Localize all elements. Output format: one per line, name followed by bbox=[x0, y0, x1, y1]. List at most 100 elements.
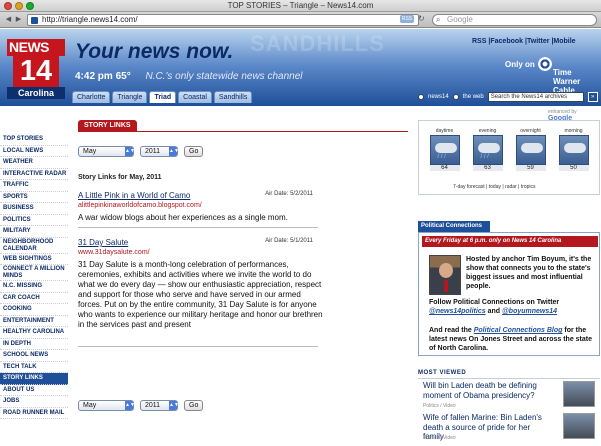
close-window-button[interactable] bbox=[4, 2, 12, 10]
tab-sandhills[interactable]: Sandhills bbox=[213, 91, 253, 103]
select-arrow-icon: ▲▼ bbox=[169, 147, 179, 156]
anchor-photo[interactable] bbox=[429, 255, 461, 295]
year-select[interactable]: 2011 ▲▼ bbox=[140, 146, 179, 157]
tab-charlotte[interactable]: Charlotte bbox=[72, 91, 111, 103]
go-button-bottom[interactable]: Go bbox=[184, 400, 204, 411]
sidebar-item-healthy-carolina[interactable]: HEALTHY CAROLINA bbox=[0, 327, 68, 339]
rain-cloud-icon: / / / bbox=[429, 135, 460, 165]
forecast-label: daytime bbox=[435, 128, 454, 134]
weather-links[interactable]: 7-day forecast | today | radar | tropics bbox=[453, 184, 536, 190]
story-description: A war widow blogs about her experiences … bbox=[78, 213, 288, 222]
sidebar-item-n-c-missing[interactable]: N.C. MISSING bbox=[0, 281, 68, 293]
logo-number: 14 bbox=[13, 55, 59, 87]
news14-logo[interactable]: NEWS 14 Carolina bbox=[7, 33, 65, 101]
sidebar-item-tech-talk[interactable]: TECH TALK bbox=[0, 362, 68, 373]
tab-triangle[interactable]: Triangle bbox=[112, 91, 148, 103]
sidebar-item-neighborhood-calendar[interactable]: NEIGHBORHOOD CALENDAR bbox=[0, 238, 68, 254]
forecast-period[interactable]: daytime / / / 64 bbox=[427, 128, 462, 171]
link-rss[interactable]: RSS bbox=[472, 38, 486, 45]
go-button[interactable]: Go bbox=[184, 146, 204, 157]
twitter-link-boyum[interactable]: @boyumnews14 bbox=[502, 308, 557, 315]
forecast-row: daytime / / / 64 evening / / / 63 overni… bbox=[427, 128, 591, 171]
sidebar-item-top-stories[interactable]: TOP STORIES bbox=[0, 134, 68, 146]
story-air-date: Air Date: 5/2/2011 bbox=[265, 191, 313, 197]
sidebar-item-story-links[interactable]: STORY LINKS bbox=[0, 373, 68, 385]
sidebar-item-traffic[interactable]: TRAFFIC bbox=[0, 180, 68, 192]
forecast-period[interactable]: evening / / / 63 bbox=[470, 128, 505, 171]
sponsor-badge[interactable]: Only on Time Warner Cable bbox=[505, 54, 597, 95]
forecast-temp: 59 bbox=[515, 165, 546, 171]
month-select-bottom[interactable]: May ▲▼ bbox=[78, 400, 135, 411]
sponsor-name: Time Warner Cable bbox=[553, 68, 581, 95]
only-on-text: Only on bbox=[505, 60, 535, 69]
month-select-value: May bbox=[83, 402, 97, 409]
political-connections-tab[interactable]: Political Connections bbox=[418, 221, 490, 232]
address-bar[interactable]: http://triangle.news14.com/ bbox=[27, 14, 419, 26]
sidebar-item-web-sightings[interactable]: WEB SIGHTINGS bbox=[0, 254, 68, 265]
archive-search-input[interactable]: Search the News14 archives bbox=[487, 92, 584, 102]
rss-badge-icon[interactable]: RSS bbox=[400, 15, 414, 23]
forecast-period[interactable]: overnight 59 bbox=[513, 128, 548, 171]
year-select-bottom[interactable]: 2011 ▲▼ bbox=[140, 400, 179, 411]
sidebar-item-sports[interactable]: SPORTS bbox=[0, 192, 68, 203]
story-url-link[interactable]: alittlepinkinaworldofcamo.blogspot.com/ bbox=[78, 202, 408, 209]
most-viewed-meta: Politics / Video bbox=[423, 403, 456, 409]
most-viewed-title[interactable]: Will bin Laden death be defining moment … bbox=[423, 381, 548, 400]
sidebar-item-jobs[interactable]: JOBS bbox=[0, 396, 68, 408]
twitter-link-politics[interactable]: @news14politics bbox=[429, 308, 486, 315]
forecast-label: evening bbox=[478, 128, 497, 134]
sidebar-item-politics[interactable]: POLITICS bbox=[0, 215, 68, 226]
radio-web[interactable] bbox=[452, 94, 459, 100]
sidebar-item-about-us[interactable]: ABOUT US bbox=[0, 385, 68, 396]
main-content: STORY LINKS May ▲▼ 2011 ▲▼ Go Story Link… bbox=[78, 120, 408, 411]
video-thumbnail[interactable] bbox=[563, 413, 595, 439]
tab-triad[interactable]: Triad bbox=[149, 91, 177, 103]
archive-search-button[interactable]: » bbox=[587, 92, 598, 102]
video-thumbnail[interactable] bbox=[563, 381, 595, 407]
logo-region: Carolina bbox=[7, 87, 65, 99]
most-viewed-item[interactable]: Wife of fallen Marine: Bin Laden's death… bbox=[423, 413, 598, 445]
pc-and: and bbox=[485, 308, 502, 315]
zoom-window-button[interactable] bbox=[26, 2, 34, 10]
link-mobile[interactable]: |Mobile bbox=[551, 38, 575, 45]
sidebar-item-military[interactable]: MILITARY bbox=[0, 226, 68, 238]
reload-icon[interactable]: ↻ bbox=[418, 14, 425, 23]
radio-news14-label: news14 bbox=[428, 94, 449, 100]
select-arrow-icon: ▲▼ bbox=[125, 147, 135, 156]
radio-web-label: the web bbox=[462, 94, 484, 100]
select-arrow-icon: ▲▼ bbox=[169, 401, 179, 410]
story-url-link[interactable]: www.31daysalute.com/ bbox=[78, 249, 408, 256]
blog-link[interactable]: Political Connections Blog bbox=[474, 327, 563, 334]
link-twitter[interactable]: |Twitter bbox=[525, 38, 549, 45]
forecast-period[interactable]: morning 50 bbox=[556, 128, 591, 171]
browser-search-input[interactable]: ⌕ Google bbox=[432, 14, 597, 26]
sidebar-item-entertainment[interactable]: ENTERTAINMENT bbox=[0, 316, 68, 327]
story-title-link[interactable]: A Little Pink in a World of Camo bbox=[78, 191, 408, 200]
sidebar-item-road-runner-mail[interactable]: ROAD RUNNER MAIL bbox=[0, 408, 68, 419]
political-connections-box: Every Friday at 6 p.m. only on News 14 C… bbox=[418, 232, 600, 356]
sidebar-item-local-news[interactable]: LOCAL NEWS bbox=[0, 146, 68, 157]
sidebar-item-weather[interactable]: WEATHER bbox=[0, 157, 68, 169]
month-select[interactable]: May ▲▼ bbox=[78, 146, 135, 157]
story-title-link[interactable]: 31 Day Salute bbox=[78, 238, 408, 247]
time-warner-eye-icon bbox=[537, 56, 553, 72]
sidebar-item-connect-a-million-minds[interactable]: CONNECT A MILLION MINDS bbox=[0, 265, 68, 281]
sidebar-item-car-coach[interactable]: CAR COACH bbox=[0, 293, 68, 304]
sidebar-item-in-depth[interactable]: IN DEPTH bbox=[0, 339, 68, 350]
story-item: A Little Pink in a World of Camo Air Dat… bbox=[78, 191, 408, 234]
sidebar-item-interactive-radar[interactable]: INTERACTIVE RADAR bbox=[0, 169, 68, 180]
cloudy-icon bbox=[515, 135, 546, 165]
most-viewed-item[interactable]: Will bin Laden death be defining moment … bbox=[423, 381, 598, 413]
date-filter-bottom: May ▲▼ 2011 ▲▼ Go bbox=[78, 400, 204, 411]
link-facebook[interactable]: |Facebook bbox=[488, 38, 523, 45]
content-divider bbox=[78, 346, 318, 347]
sidebar-item-business[interactable]: BUSINESS bbox=[0, 203, 68, 215]
tab-coastal[interactable]: Coastal bbox=[178, 91, 212, 103]
sidebar-item-cooking[interactable]: COOKING bbox=[0, 304, 68, 316]
back-arrow-icon[interactable]: ◀ bbox=[4, 15, 13, 25]
sidebar-item-school-news[interactable]: SCHOOL NEWS bbox=[0, 350, 68, 362]
most-viewed-meta: Politics / Video bbox=[423, 435, 456, 441]
radio-news14[interactable] bbox=[418, 94, 424, 100]
minimize-window-button[interactable] bbox=[15, 2, 23, 10]
forward-arrow-icon[interactable]: ▶ bbox=[14, 15, 23, 25]
